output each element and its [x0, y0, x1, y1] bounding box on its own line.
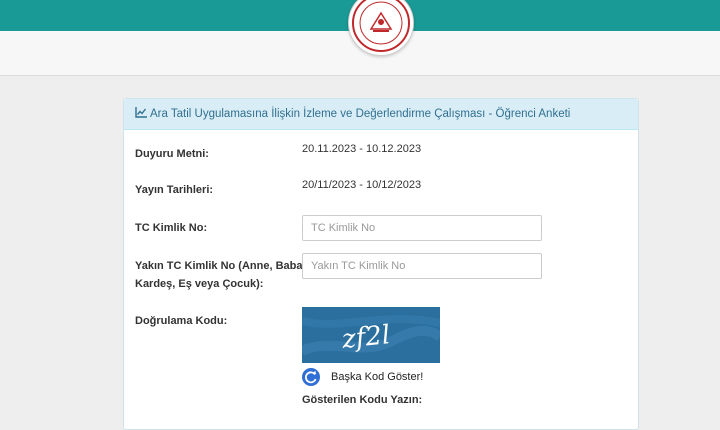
- tc-id-input[interactable]: [302, 215, 542, 241]
- captcha-image: zf2l: [302, 307, 440, 363]
- tc-id-label: TC Kimlik No:: [135, 222, 208, 234]
- panel-title: Ara Tatil Uygulamasına İlişkin İzleme ve…: [150, 108, 571, 120]
- relative-id-label-line1: Yakın TC Kimlik No (Anne, Baba,: [135, 260, 306, 272]
- announcement-value: 20.11.2023 - 10.12.2023: [302, 143, 422, 155]
- relative-id-input[interactable]: [302, 253, 542, 279]
- relative-id-label: Yakın TC Kimlik No (Anne, Baba, Kardeş, …: [135, 257, 306, 293]
- ministry-seal-icon: [348, 0, 414, 56]
- panel-header: Ara Tatil Uygulamasına İlişkin İzleme ve…: [124, 99, 638, 130]
- announcement-label: Duyuru Metni:: [135, 148, 209, 160]
- publish-dates-value: 20/11/2023 - 10/12/2023: [302, 179, 422, 191]
- line-chart-icon: [135, 107, 147, 121]
- refresh-code-button[interactable]: Başka Kod Göster!: [331, 371, 423, 383]
- captcha-code: zf2l: [340, 320, 392, 355]
- relative-id-label-line2: Kardeş, Eş veya Çocuk):: [135, 278, 264, 290]
- captcha-label: Doğrulama Kodu:: [135, 315, 228, 327]
- refresh-icon[interactable]: [302, 368, 320, 386]
- publish-dates-label: Yayın Tarihleri:: [135, 184, 214, 196]
- captcha-prompt: Gösterilen Kodu Yazın:: [302, 394, 423, 406]
